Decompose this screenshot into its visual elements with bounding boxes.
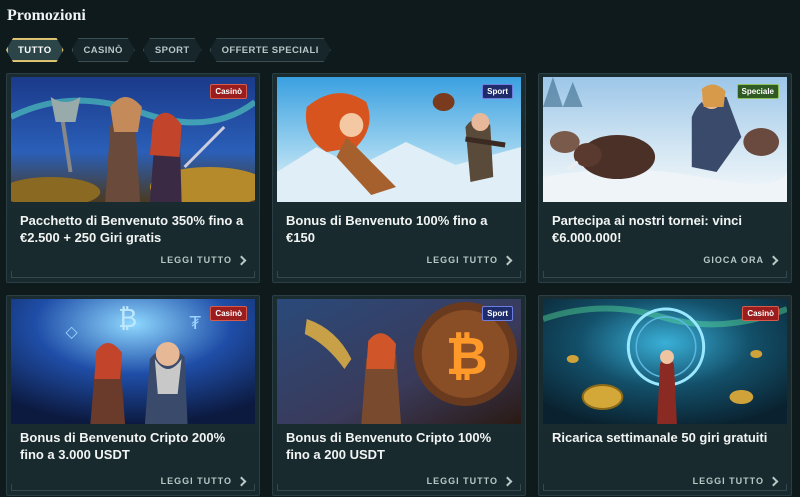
promo-title: Ricarica settimanale 50 giri gratuiti [552, 430, 768, 445]
category-badge: Speciale [736, 84, 779, 99]
read-more-label: LEGGI TUTTO [692, 476, 764, 486]
promo-image-reload-portal: Casinò [543, 299, 787, 424]
read-more-label: LEGGI TUTTO [426, 476, 498, 486]
tab-offerte-speciali[interactable]: OFFERTE SPECIALI [210, 38, 331, 62]
svg-text:₮: ₮ [190, 313, 202, 334]
promo-image-vikings-axe: Casinò [11, 77, 255, 202]
promo-card-weekly-reload[interactable]: Casinò Ricarica settimanale 50 giri grat… [538, 295, 792, 496]
svg-text:₿: ₿ [118, 304, 137, 334]
page-title: Promozioni [7, 7, 86, 24]
promo-image-crypto-vikings: ₿ ◇ ₮ Casinò [11, 299, 255, 424]
read-more-link[interactable]: LEGGI TUTTO [160, 476, 247, 486]
read-more-link[interactable]: LEGGI TUTTO [426, 255, 513, 265]
read-more-link[interactable]: LEGGI TUTTO [692, 476, 779, 486]
chevron-right-icon [502, 255, 513, 265]
promo-card-crypto-casino[interactable]: ₿ ◇ ₮ Casinò Bonus di Benvenuto Cripto 2… [6, 295, 260, 496]
promo-title: Bonus di Benvenuto Cripto 100% fino a 20… [286, 430, 492, 462]
chevron-right-icon [502, 476, 513, 486]
category-tabs: TUTTO CASINÒ SPORT OFFERTE SPECIALI [6, 38, 331, 62]
promo-title: Bonus di Benvenuto 100% fino a €150 [286, 213, 488, 245]
promo-card-crypto-sport[interactable]: ₿ Sport Bonus di Benvenuto Cripto 100% f… [272, 295, 526, 496]
svg-text:₿: ₿ [446, 327, 488, 387]
read-more-link[interactable]: LEGGI TUTTO [160, 255, 247, 265]
chevron-right-icon [236, 476, 247, 486]
tab-sport[interactable]: SPORT [143, 38, 202, 62]
chevron-right-icon [768, 476, 779, 486]
category-badge: Casinò [742, 306, 779, 321]
promo-title: Partecipa ai nostri tornei: vinci €6.000… [552, 213, 742, 245]
read-more-label: LEGGI TUTTO [160, 476, 232, 486]
play-now-link[interactable]: GIOCA ORA [703, 255, 779, 265]
play-now-label: GIOCA ORA [703, 255, 764, 265]
tab-casino[interactable]: CASINÒ [72, 38, 135, 62]
promo-grid: Casinò Pacchetto di Benvenuto 350% fino … [6, 73, 792, 496]
chevron-right-icon [236, 255, 247, 265]
promo-card-tournaments[interactable]: Speciale Partecipa ai nostri tornei: vin… [538, 73, 792, 283]
promo-title: Bonus di Benvenuto Cripto 200% fino a 3.… [20, 430, 226, 462]
promo-title: Pacchetto di Benvenuto 350% fino a €2.50… [20, 213, 244, 245]
category-badge: Sport [482, 84, 513, 99]
tab-tutto[interactable]: TUTTO [6, 38, 64, 62]
category-badge: Casinò [210, 84, 247, 99]
chevron-right-icon [768, 255, 779, 265]
category-badge: Casinò [210, 306, 247, 321]
promo-image-rugby-vikings: Sport [277, 77, 521, 202]
promo-card-welcome-casino[interactable]: Casinò Pacchetto di Benvenuto 350% fino … [6, 73, 260, 283]
read-more-label: LEGGI TUTTO [426, 255, 498, 265]
read-more-link[interactable]: LEGGI TUTTO [426, 476, 513, 486]
promo-card-welcome-sport[interactable]: Sport Bonus di Benvenuto 100% fino a €15… [272, 73, 526, 283]
svg-text:◇: ◇ [66, 322, 79, 341]
promo-image-boar-chase: Speciale [543, 77, 787, 202]
read-more-label: LEGGI TUTTO [160, 255, 232, 265]
category-badge: Sport [482, 306, 513, 321]
promo-image-horn-bitcoin-shield: ₿ Sport [277, 299, 521, 424]
